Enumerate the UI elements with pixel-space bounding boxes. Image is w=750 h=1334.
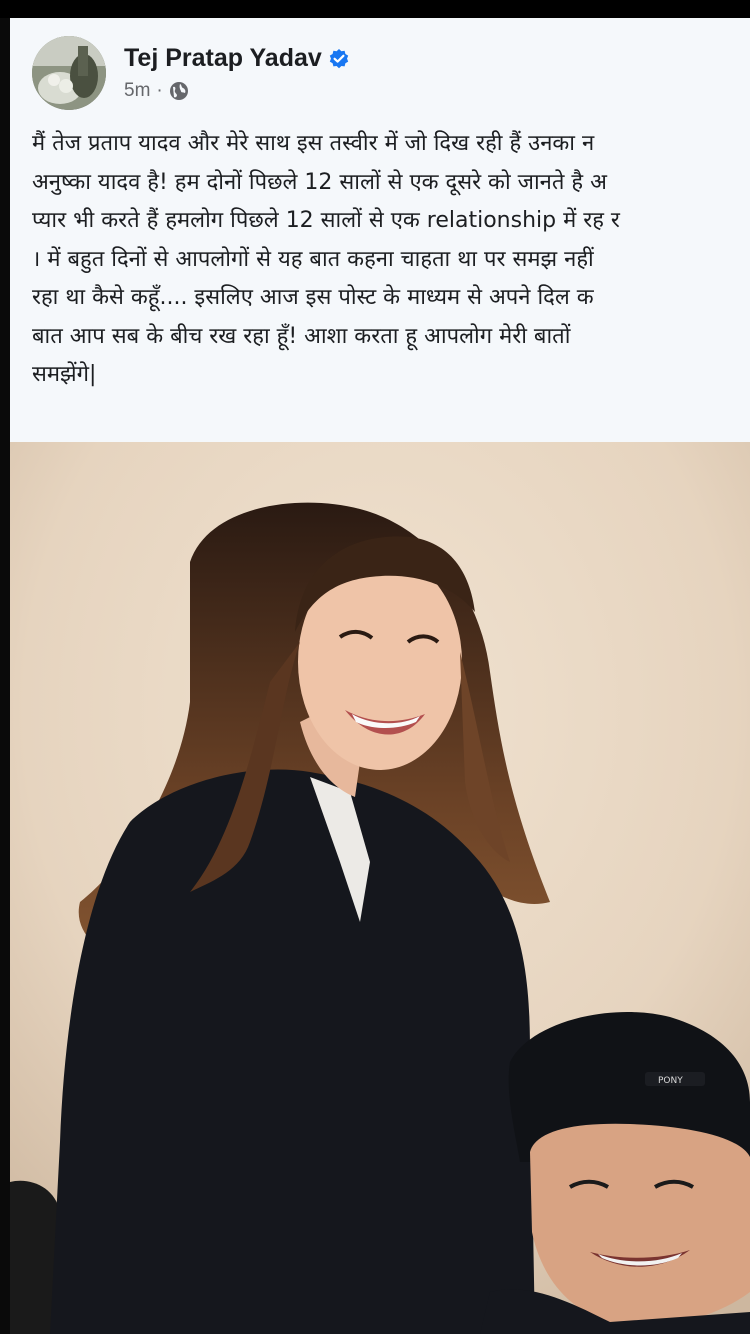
left-edge-border	[0, 18, 10, 1334]
post-text-line: रहा था कैसे कहूँ.... इसलिए आज इस पोस्ट क…	[32, 285, 594, 310]
post-text-line: समझेंगे|	[32, 362, 97, 387]
author-name[interactable]: Tej Pratap Yadav	[124, 44, 322, 73]
cap-logo-text: PONY	[658, 1076, 683, 1086]
meta-separator: ·	[156, 80, 163, 101]
author-name-row: Tej Pratap Yadav	[124, 44, 350, 73]
post-photo[interactable]: PONY	[10, 442, 750, 1334]
author-avatar[interactable]	[32, 36, 106, 110]
post-body-text: मैं तेज प्रताप यादव और मेरे साथ इस तस्वी…	[32, 125, 750, 395]
avatar-image	[32, 36, 106, 110]
post-text-line: अनुष्का यादव है! हम दोनों पिछले 12 सालों…	[32, 169, 607, 195]
globe-icon[interactable]	[169, 81, 189, 101]
post-text-line: प्यार भी करते हैं हमलोग पिछले 12 सालों स…	[32, 208, 620, 233]
verified-badge-icon	[328, 48, 350, 70]
post-text-line: बात आप सब के बीच रख रहा हूँ! आशा करता हू…	[32, 323, 571, 349]
top-black-bar	[0, 0, 750, 18]
post-text-line: । में बहुत दिनों से आपलोगों से यह बात कह…	[32, 246, 594, 272]
photo-illustration: PONY	[10, 442, 750, 1334]
facebook-post-card: Tej Pratap Yadav 5m · मैं तेज प्रताप याद…	[10, 18, 750, 442]
post-timestamp[interactable]: 5m	[124, 80, 150, 102]
post-text-line: मैं तेज प्रताप यादव और मेरे साथ इस तस्वी…	[32, 131, 595, 156]
post-meta: 5m ·	[124, 80, 189, 102]
